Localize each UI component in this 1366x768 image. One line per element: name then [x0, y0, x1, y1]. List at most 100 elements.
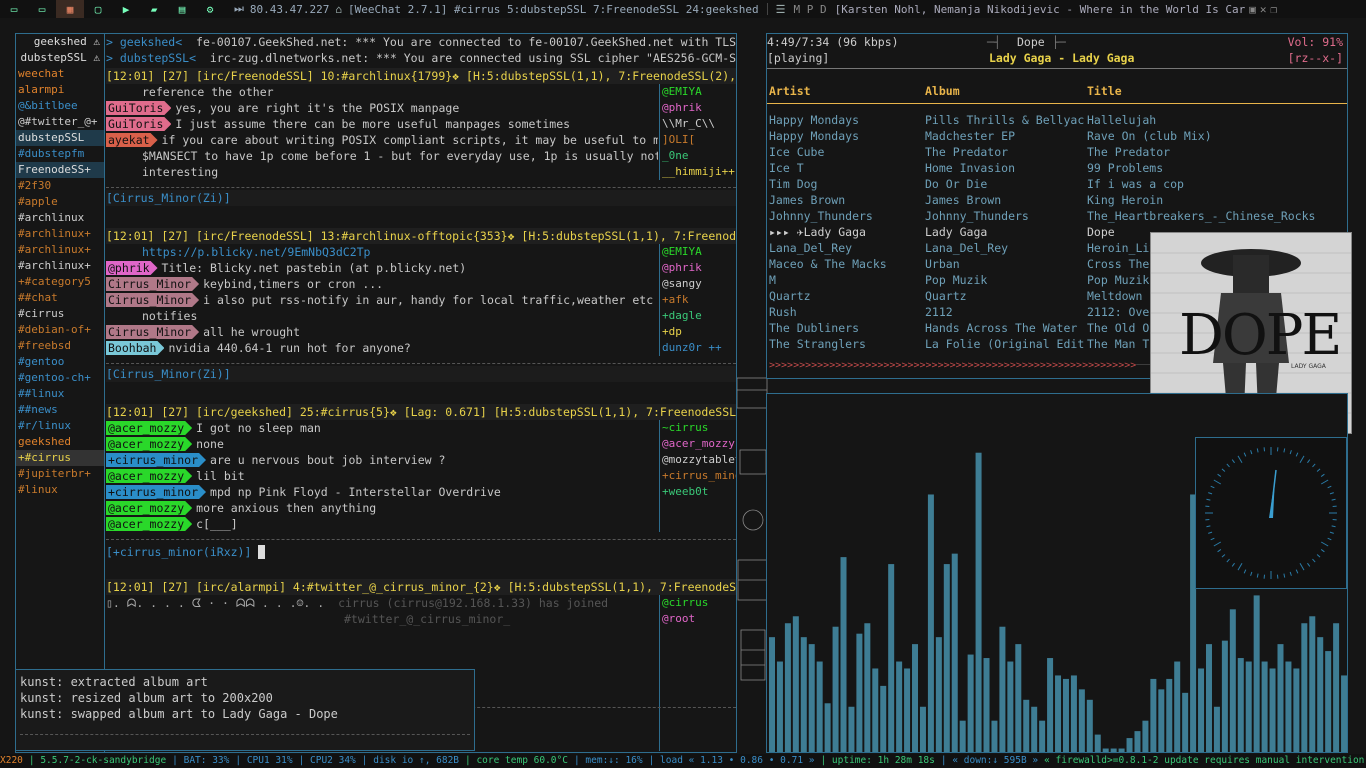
playlist-row[interactable]: Ice Cube The Predator The Predator [767, 144, 1347, 160]
buffer-item[interactable]: dubstepSSL ⚠ [16, 50, 104, 66]
nicklist[interactable]: @cirrus @root [659, 595, 736, 751]
nick-label[interactable]: @acer_mozzy [106, 469, 192, 483]
input-line[interactable]: [Cirrus_Minor(Zi)] [106, 190, 736, 206]
nicklist-entry[interactable]: @phrik [660, 100, 736, 116]
workspace-7-icon[interactable]: ▤ [168, 0, 196, 18]
workspace-3-icon[interactable]: ▦ [56, 0, 84, 18]
nicklist-entry[interactable]: @mozzytablet [660, 452, 736, 468]
workspace-1-icon[interactable]: ▭ [0, 0, 28, 18]
clock-tick [1316, 468, 1321, 472]
input-line[interactable]: [Cirrus_Minor(Zi)] [106, 366, 736, 382]
nick-label[interactable]: Cirrus_Minor [106, 293, 199, 307]
buffer-item[interactable]: @&bitlbee [16, 98, 104, 114]
nicklist-entry[interactable]: +dagle [660, 308, 736, 324]
input-line[interactable]: [+cirrus_minor(iRxz)] [106, 544, 736, 560]
nicklist-entry[interactable]: +dp [660, 324, 736, 340]
playlist-row[interactable]: Johnny_Thunders Johnny_Thunders The_Heartb… [767, 208, 1347, 224]
buffer-item[interactable]: @#twitter_@+ [16, 114, 104, 130]
nick-label[interactable]: @acer_mozzy [106, 501, 192, 515]
buffer-item[interactable]: #cirrus [16, 306, 104, 322]
nick-label[interactable]: Cirrus_Minor [106, 325, 199, 339]
close-icon[interactable]: ✕ [1260, 3, 1267, 16]
server-line-1: > geekshed< fe-00107.GeekShed.net: *** Y… [106, 35, 736, 49]
playlist-row[interactable]: Happy Mondays Madchester EP Rave On (club … [767, 128, 1347, 144]
nick-label[interactable]: @acer_mozzy [106, 517, 192, 531]
nick-label[interactable]: +cirrus_minor [106, 485, 206, 499]
buffer-item[interactable]: #linux [16, 482, 104, 498]
workspace-6-icon[interactable]: ▰ [140, 0, 168, 18]
status-segment: X220 [0, 755, 23, 766]
menu-icon[interactable]: ☰ [776, 3, 786, 16]
nicklist[interactable]: @EMIYA @phrik \\Mr_C\\]OLI[_0ne __himmiji++ [659, 84, 736, 180]
clock-tick [1320, 549, 1325, 553]
copy-icon[interactable]: ❐ [1270, 3, 1277, 16]
buffer-item[interactable]: #freebsd [16, 338, 104, 354]
nicklist-entry[interactable]: +afk [660, 292, 736, 308]
buffer-item[interactable]: weechat [16, 66, 104, 82]
nicklist-entry[interactable]: @root [660, 611, 736, 627]
chat-pane-archlinux-offtopic[interactable]: [12:01] [27] [irc/FreenodeSSL] 13:#archl… [106, 228, 736, 388]
buffer-item[interactable]: #gentoo [16, 354, 104, 370]
workspace-2-icon[interactable]: ▭ [28, 0, 56, 18]
nick-label[interactable]: @acer_mozzy [106, 437, 192, 451]
buffer-item[interactable]: dubstepSSL [16, 130, 104, 146]
playlist-row[interactable]: Ice T Home Invasion 99 Problems [767, 160, 1347, 176]
nick-label[interactable]: @phrik [106, 261, 158, 275]
nicklist[interactable]: @EMIYA @phrik @sangy +afk +dagle +dp dunz0r ++ [659, 244, 736, 356]
nicklist-entry[interactable]: dunz0r ++ [660, 340, 736, 356]
chat-pane-archlinux[interactable]: [12:01] [27] [irc/FreenodeSSL] 10:#archl… [106, 68, 736, 206]
playlist-row[interactable]: Happy Mondays Pills Thrills & BellyachesH… [767, 112, 1347, 128]
nick-label[interactable]: GuiToris [106, 101, 171, 115]
playlist-row[interactable]: Tim Dog Do Or Die If i was a cop [767, 176, 1347, 192]
buffer-item[interactable]: ##chat [16, 290, 104, 306]
nicklist-entry[interactable]: @sangy [660, 276, 736, 292]
nick-label[interactable]: GuiToris [106, 117, 171, 131]
nicklist-entry[interactable]: @cirrus [660, 595, 736, 611]
nick-label[interactable]: @acer_mozzy [106, 421, 192, 435]
nicklist-entry[interactable]: @acer_mozzy [660, 436, 736, 452]
nicklist-entry[interactable]: __himmiji++ [660, 164, 736, 180]
play-controls-icon[interactable]: ⏭ [234, 2, 244, 16]
nicklist-entry[interactable]: ]OLI[ [660, 132, 736, 148]
playlist-row[interactable]: James Brown James Brown King Heroin [767, 192, 1347, 208]
nicklist-entry[interactable]: ~cirrus [660, 420, 736, 436]
buffer-item[interactable]: #r/linux [16, 418, 104, 434]
buffer-item[interactable]: ##linux [16, 386, 104, 402]
buffer-item[interactable]: #archlinux+ [16, 226, 104, 242]
chat-pane-cirrus[interactable]: [12:01] [27] [irc/geekshed] 25:#cirrus{5… [106, 404, 736, 564]
nicklist-entry[interactable]: \\Mr_C\\ [660, 116, 736, 132]
buffer-item[interactable]: geekshed ⚠ [16, 34, 104, 50]
nicklist[interactable]: ~cirrus @acer_mozzy @mozzytablet +cirrus_mi… [659, 420, 736, 532]
nicklist-entry[interactable]: @EMIYA [660, 84, 736, 100]
nick-label[interactable]: +cirrus_minor [106, 453, 206, 467]
buffer-item[interactable]: geekshed [16, 434, 104, 450]
nicklist-entry[interactable]: _0ne [660, 148, 736, 164]
buffer-item[interactable]: #archlinux [16, 210, 104, 226]
buffer-item[interactable]: #jupiterbr+ [16, 466, 104, 482]
buffer-item[interactable]: +#cirrus [16, 450, 104, 466]
buffer-item[interactable]: #archlinux+ [16, 242, 104, 258]
buffer-item[interactable]: #dubstepfm [16, 146, 104, 162]
nick-label[interactable]: ayekat [106, 133, 158, 147]
nicklist-entry[interactable]: +cirrus_mino [660, 468, 736, 484]
nick-label[interactable]: Boohbah [106, 341, 164, 355]
buffer-item[interactable]: #archlinux+ [16, 258, 104, 274]
buffer-item[interactable]: #gentoo-ch+ [16, 370, 104, 386]
workspace-8-icon[interactable]: ⚙ [196, 0, 224, 18]
nicklist-entry[interactable]: @EMIYA [660, 244, 736, 260]
rss-icon[interactable]: ▣ [1249, 3, 1256, 16]
buffer-item[interactable]: #2f30 [16, 178, 104, 194]
message-line: GuiToris yes, you are right it's the POSI… [106, 100, 658, 116]
buffer-item[interactable]: FreenodeSS+ [16, 162, 104, 178]
nicklist-entry[interactable]: @phrik [660, 260, 736, 276]
nick-label[interactable]: Cirrus_Minor [106, 277, 199, 291]
buffer-item[interactable]: ##news [16, 402, 104, 418]
buffer-item[interactable]: #debian-of+ [16, 322, 104, 338]
notification-popup[interactable]: kunst: extracted album art kunst: resize… [15, 669, 475, 751]
buffer-item[interactable]: +#category5 [16, 274, 104, 290]
workspace-4-icon[interactable]: ▢ [84, 0, 112, 18]
buffer-item[interactable]: #apple [16, 194, 104, 210]
nicklist-entry[interactable]: +weeb0t [660, 484, 736, 500]
buffer-item[interactable]: alarmpi [16, 82, 104, 98]
workspace-5-icon[interactable]: ▶ [112, 0, 140, 18]
